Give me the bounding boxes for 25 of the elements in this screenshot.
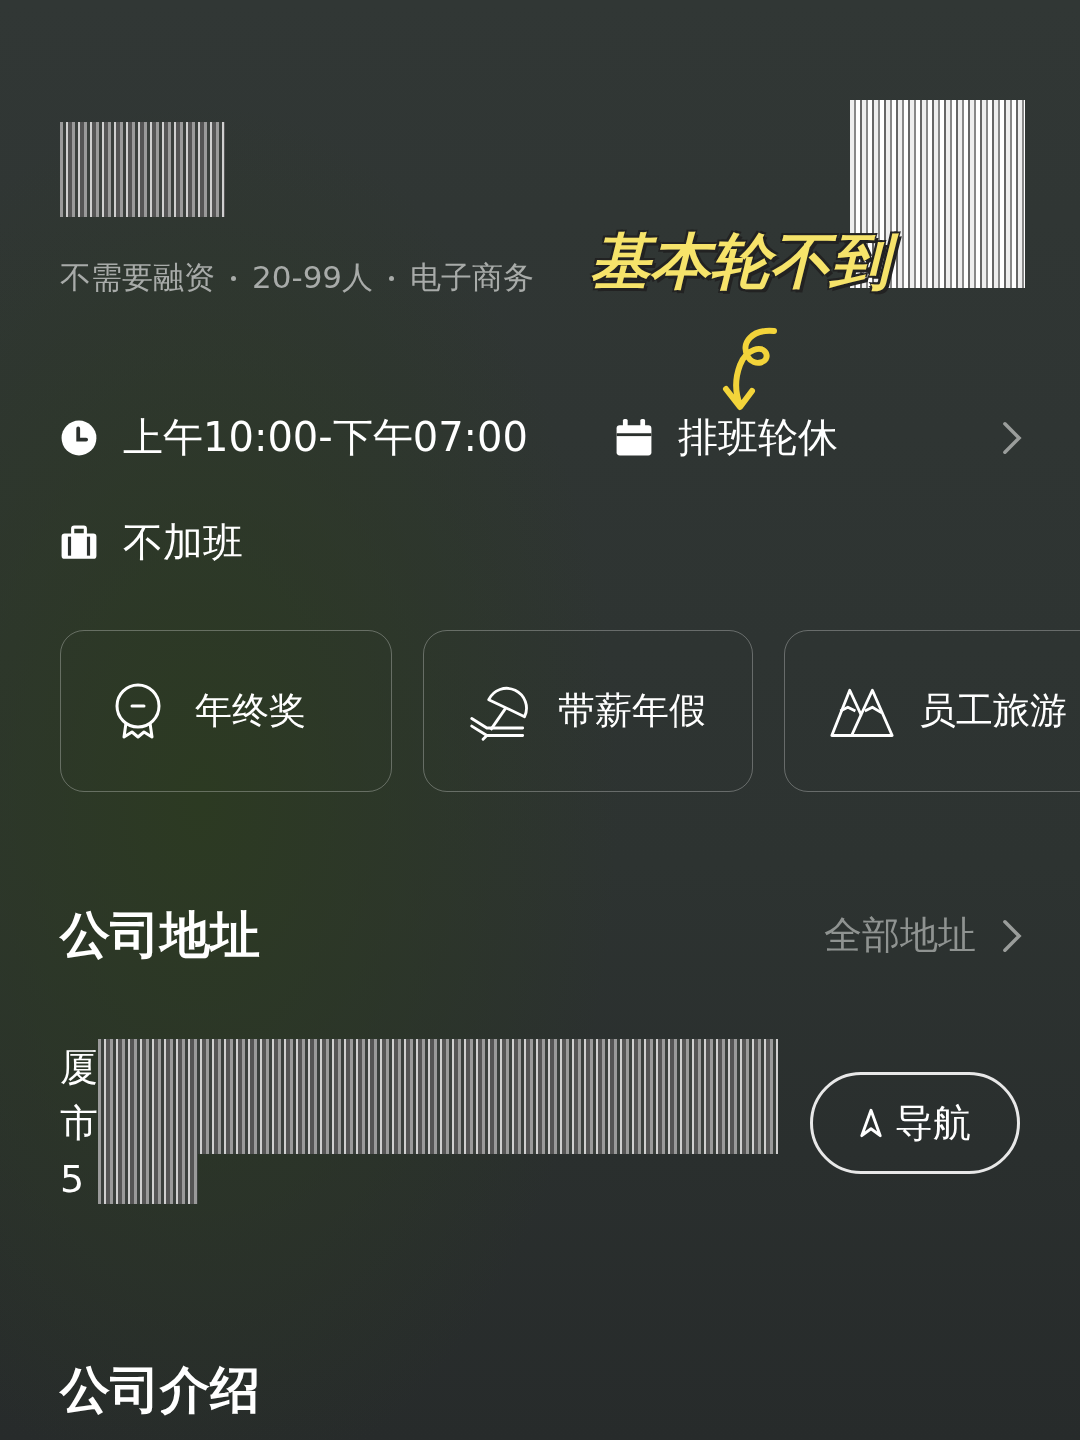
address-text: 厦	[60, 1044, 98, 1091]
clock-icon	[60, 418, 98, 457]
briefcase-icon	[60, 523, 98, 562]
navigation-arrow-icon	[859, 1108, 883, 1138]
calendar-icon	[615, 418, 653, 457]
work-hours: 上午10:00-下午07:00	[123, 413, 528, 462]
benefit-label: 年终奖	[195, 688, 306, 734]
company-tag: 不需要融资	[60, 257, 215, 299]
schedule-type: 排班轮休	[678, 413, 838, 462]
section-title: 公司地址	[60, 905, 260, 966]
company-tag: 电子商务	[410, 257, 535, 299]
company-tag: 20-99人	[252, 257, 374, 299]
address-text: 市	[60, 1100, 98, 1147]
chevron-right-icon[interactable]	[1002, 420, 1022, 455]
section-title: 公司介绍	[60, 1361, 260, 1419]
chevron-right-icon	[1002, 918, 1022, 953]
navigation-button[interactable]: 导航	[810, 1072, 1020, 1174]
overtime-policy: 不加班	[123, 518, 243, 567]
annotation-text: 基本轮不到	[584, 218, 908, 306]
benefit-label: 员工旅游	[919, 688, 1067, 734]
separator-dot	[389, 275, 395, 281]
all-addresses-link[interactable]: 全部地址	[824, 910, 1022, 961]
benefit-label: 带薪年假	[558, 688, 706, 734]
address-text: 5	[60, 1156, 86, 1203]
separator-dot	[231, 275, 236, 281]
